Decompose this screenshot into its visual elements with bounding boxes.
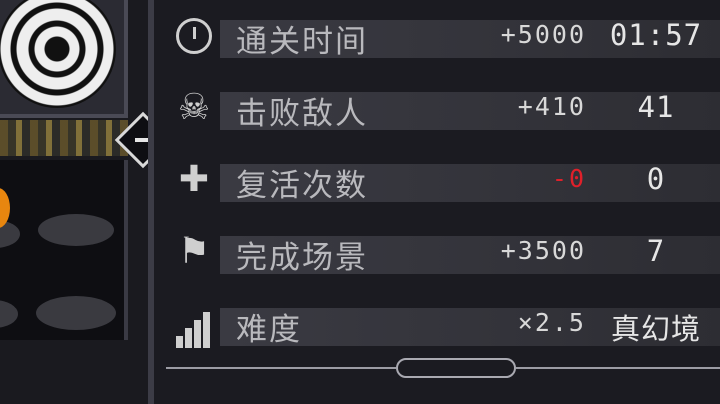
stat-row-clear-time: 通关时间 +5000 01:57 <box>166 6 720 60</box>
stat-row-revives: ✚ 复活次数 -0 0 <box>166 150 720 204</box>
stat-bonus: ×2.5 <box>517 308 586 337</box>
empty-slot <box>0 300 18 328</box>
difficulty-bars-icon <box>170 300 218 348</box>
clock-icon <box>170 12 218 60</box>
spiral-orb-icon <box>0 0 116 108</box>
character-portrait-frame <box>0 0 128 118</box>
stat-bonus: -0 <box>551 164 586 193</box>
ornamental-divider <box>166 356 720 380</box>
gold-decoration-strip <box>0 120 128 156</box>
inventory-slots-panel <box>0 160 128 340</box>
stat-value: 真幻境 <box>610 312 701 346</box>
stat-row-difficulty: 难度 ×2.5 真幻境 <box>166 294 720 348</box>
stat-value: 0 <box>646 162 666 196</box>
run-summary-panel: 通关时间 +5000 01:57 ☠ 击败敌人 +410 41 ✚ 复活次数 -… <box>148 0 720 404</box>
stat-label: 难度 <box>236 312 302 348</box>
stat-bonus: +3500 <box>500 236 586 265</box>
empty-slot <box>36 296 116 330</box>
stat-label: 复活次数 <box>236 168 368 204</box>
stat-label: 击败敌人 <box>236 96 368 132</box>
stat-bonus: +410 <box>517 92 586 121</box>
stat-bonus: +5000 <box>500 20 586 49</box>
stat-value: 7 <box>646 234 666 268</box>
character-side-panel <box>0 0 150 404</box>
tombstone-cross-icon: ✚ <box>178 159 210 200</box>
stat-row-scenes-cleared: ⚑ 完成场景 +3500 7 <box>166 222 720 276</box>
skull-icon: ☠ <box>177 87 211 128</box>
divider-centerpiece <box>396 358 516 378</box>
flag-icon: ⚑ <box>177 231 211 272</box>
stat-value: 01:57 <box>609 18 703 52</box>
empty-slot <box>38 214 114 246</box>
stat-label: 通关时间 <box>236 24 368 60</box>
stat-label: 完成场景 <box>236 240 368 276</box>
stat-row-enemies-defeated: ☠ 击败敌人 +410 41 <box>166 78 720 132</box>
stat-value: 41 <box>637 90 675 124</box>
